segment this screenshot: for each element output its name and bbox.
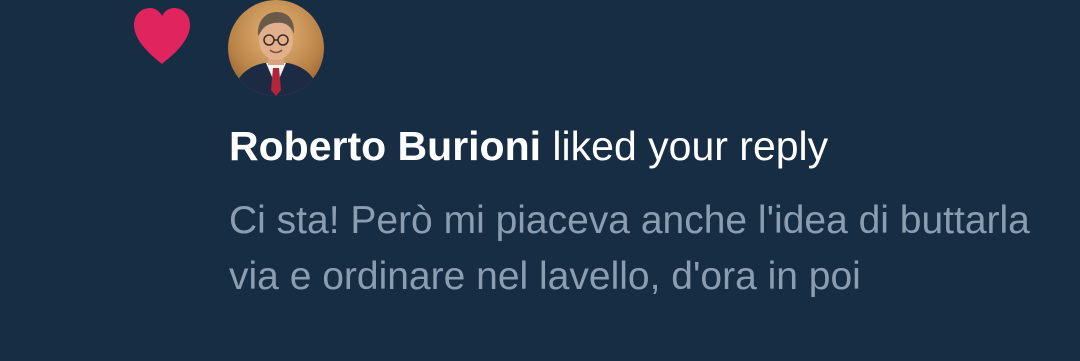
user-avatar[interactable] xyxy=(228,0,324,96)
heart-icon xyxy=(130,6,194,66)
notification-headline: Roberto Burioni liked your reply xyxy=(229,120,828,172)
action-text: liked your reply xyxy=(541,123,829,169)
user-name[interactable]: Roberto Burioni xyxy=(229,123,541,169)
reply-text[interactable]: Ci sta! Però mi piaceva anche l'idea di … xyxy=(229,193,1049,305)
like-notification[interactable]: Roberto Burioni liked your reply Ci sta!… xyxy=(0,0,1080,361)
